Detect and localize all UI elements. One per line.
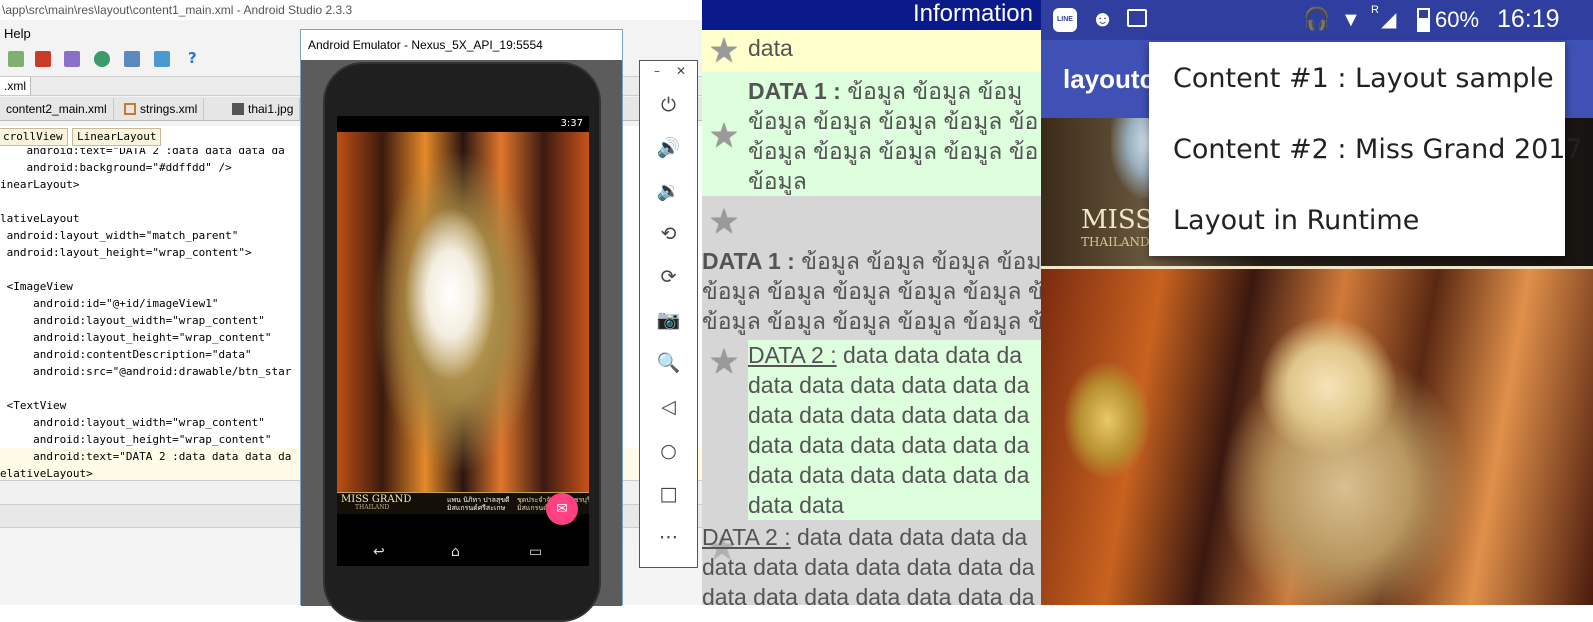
emulator-toolbar: – ✕ ⏻ 🔊 🔉 ⟲ ⟳ 📷 🔍 ◁ ○ □ ⋯ [639,60,698,568]
emulator-title: Android Emulator - Nexus_5X_API_19:5554 [308,38,543,52]
headphones-icon: 🎧 [1303,6,1331,31]
zoom-icon[interactable]: 🔍 [640,352,697,374]
tab-thai1[interactable]: thai1.jpg [226,98,301,120]
camera-icon[interactable]: 📷 [640,309,697,331]
brand-logo-sub: THAILAND [1081,235,1150,249]
roaming-label: R [1371,4,1379,16]
status-time: 3:37 [560,118,583,129]
emulator-status-bar: 3:37 [337,116,589,132]
mail-icon: ✉ [556,501,568,517]
rotate-right-icon[interactable]: ⟳ [640,266,697,288]
data2-label-gray: DATA 2 : [702,524,791,550]
recents-nav-icon[interactable]: ▭ [529,544,542,560]
project-structure-icon[interactable] [124,51,140,67]
overflow-menu: Content #1 : Layout sample Content #2 : … [1149,42,1583,256]
mail-fab-button[interactable]: ✉ [546,493,578,525]
rotate-left-icon[interactable]: ⟲ [640,223,697,245]
information-panel: Information ★ data ★ DATA 1 : ข้อมูล ข้อ… [702,0,1041,605]
star-icon[interactable]: ★ [706,118,742,154]
data1-block-green: ★ DATA 1 : ข้อมูล ข้อมูล ข้อมู ข้อมูล ข้… [702,72,1041,196]
signal-icon: ◢ [1381,9,1397,31]
sync-icon[interactable] [64,51,80,67]
run-icon[interactable] [8,51,24,67]
pageant-photo [1041,266,1593,605]
minimize-icon[interactable]: – [654,63,660,79]
tab-content2-main[interactable]: content2_main.xml [0,98,114,120]
menu-item-content-2[interactable]: Content #2 : Miss Grand 2017 [1173,133,1583,167]
crumb-scrollview[interactable]: crollView [0,128,68,146]
clock: 16:19 [1497,5,1560,33]
data2-block: ★ DATA 2 : data data data da data data d… [702,340,1041,520]
crumb-linearlayout[interactable]: LinearLayout [72,128,162,146]
window-title: \app\src\main\res\layout\content1_main.x… [0,0,702,20]
wifi-icon: ▼ [1341,9,1361,31]
close-icon[interactable]: ✕ [676,63,686,79]
data1-text-gray: DATA 1 : ข้อมูล ข้อมูล ข้อมูล ข้อม ข้อมู… [702,248,1041,334]
menu-item-content-1[interactable]: Content #1 : Layout sample [1173,62,1554,96]
data1-label: DATA 1 : [748,78,841,104]
data2-label: DATA 2 : [748,342,837,368]
star-icon[interactable]: ★ [706,344,742,380]
information-header: Information [702,0,1041,30]
phone-body: 3:37 MISS GRAND THAILAND แพน นิภิทา ปาลส… [323,62,601,622]
image-file-icon [232,103,244,115]
pageant-photo [337,132,589,492]
volume-up-icon[interactable]: 🔊 [640,137,697,159]
data1-text: DATA 1 : ข้อมูล ข้อมูล ข้อมู ข้อมูล ข้อม… [748,78,1039,194]
battery-icon [1417,8,1430,32]
menu-help[interactable]: Help [0,24,31,44]
home-nav-icon[interactable]: ⌂ [451,544,460,560]
phone-screen[interactable]: 3:37 MISS GRAND THAILAND แพน นิภิทา ปาลส… [337,116,589,566]
line-icon: LINE [1053,8,1077,32]
menu-item-layout-runtime[interactable]: Layout in Runtime [1173,204,1419,238]
android-icon: ☻ [1091,6,1115,31]
data1-block-gray: ★ DATA 1 : ข้อมูล ข้อมูล ข้อมูล ข้อม ข้อ… [702,196,1041,340]
emulator-window: Android Emulator - Nexus_5X_API_19:5554 … [300,29,623,622]
help-icon[interactable]: ? [188,50,204,66]
breadcrumb-file[interactable]: .xml [0,77,31,95]
app-title: layoutc [1063,64,1155,94]
star-icon[interactable]: ★ [706,33,742,69]
star-icon[interactable]: ★ [706,204,742,240]
row-data: ★ data [702,30,1041,72]
stop-icon[interactable] [35,51,51,67]
volume-down-icon[interactable]: 🔉 [640,180,697,202]
data2-text-gray: DATA 2 : data data data data da data dat… [702,524,1035,605]
android-nav-bar: ↩ ⌂ ▭ [337,538,589,566]
overview-icon[interactable]: □ [640,483,697,505]
back-nav-icon[interactable]: ↩ [373,544,385,560]
data1-label-gray: DATA 1 : [702,248,795,274]
caption-name: แพน นิภิทา ปาลสุขดี มิสแกรนด์ศรีสะเกษ [447,496,510,512]
emulator-frame: 3:37 MISS GRAND THAILAND แพน นิภิทา ปาลส… [301,60,622,622]
data2-block-gray: ★ DATA 2 : data data data data da data d… [702,520,1041,605]
battery-percent: 60% [1435,7,1480,32]
sdk-manager-icon[interactable] [154,51,170,67]
back-icon[interactable]: ◁ [640,396,697,418]
row-data-text: data [748,35,793,61]
image-icon [1127,9,1147,27]
data2-text: DATA 2 : data data data da data data dat… [748,340,1041,520]
home-icon[interactable]: ○ [640,440,697,462]
more-icon[interactable]: ⋯ [640,526,697,548]
avd-icon[interactable] [94,51,110,67]
brand-logo-sub: THAILAND [355,504,390,511]
tab-strings[interactable]: strings.xml [118,98,205,120]
phone-status-bar: LINE ☻ 🎧 ▼ R ◢ 60% 16:19 [1041,0,1593,40]
strings-file-icon [124,103,136,115]
power-icon[interactable]: ⏻ [640,94,697,116]
